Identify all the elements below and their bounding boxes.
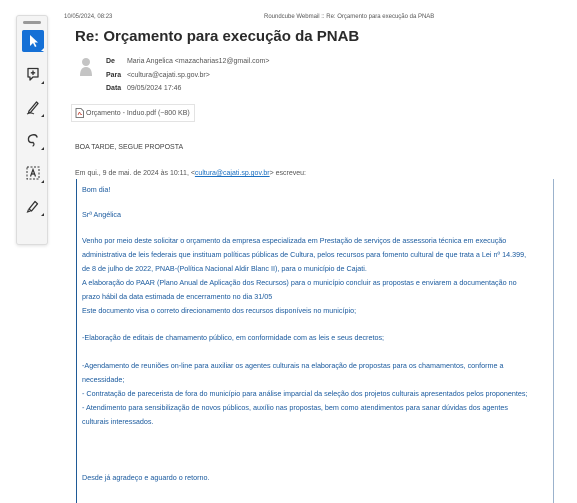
quote-intro: Em qui., 9 de mai. de 2024 às 10:11, <cu…	[75, 170, 306, 177]
header-from-row: De Maria Angelica <mazacharias12@gmail.c…	[106, 58, 269, 65]
quote-intro-suffix: > escreveu:	[269, 170, 306, 177]
text-tool-button[interactable]	[22, 162, 44, 184]
lasso-tool-button[interactable]	[22, 129, 44, 151]
quoted-line: de 8 de julho de 2022, PNAB-(Política Na…	[82, 264, 367, 273]
toolbar-drag-handle[interactable]	[23, 21, 41, 24]
quoted-line: Este documento visa o correto direcionam…	[82, 306, 357, 315]
select-tool-button[interactable]	[22, 30, 44, 52]
header-to-row: Para <cultura@cajati.sp.gov.br>	[106, 72, 210, 79]
pen-icon	[26, 101, 39, 115]
quoted-line: Venho por meio deste solicitar o orçamen…	[82, 236, 507, 245]
comment-tool-button[interactable]	[22, 63, 44, 85]
highlight-tool-button[interactable]	[22, 195, 44, 217]
quote-intro-prefix: Em qui., 9 de mai. de 2024 às 10:11, <	[75, 170, 195, 177]
quoted-line: -Agendamento de reuniões on-line para au…	[82, 361, 504, 370]
from-value[interactable]: Maria Angelica <mazacharias12@gmail.com>	[127, 58, 270, 65]
quoted-line: A elaboração do PAAR (Plano Anual de Apl…	[82, 278, 517, 287]
reply-body-text: BOA TARDE, SEGUE PROPOSTA	[75, 144, 184, 151]
from-label: De	[106, 58, 115, 65]
print-page-title: Roundcube Webmail :: Re: Orçamento para …	[264, 14, 435, 20]
quoted-line: culturais interessados.	[82, 417, 154, 426]
quoted-line: necessidade;	[82, 375, 125, 384]
highlighter-icon	[26, 200, 39, 213]
quoted-line: administrativa de leis federais que inst…	[82, 250, 527, 259]
quoted-line: Srª Angélica	[82, 210, 122, 219]
lasso-icon	[27, 134, 38, 147]
to-label: Para	[106, 72, 122, 79]
quoted-line: prazo hábil da data estimada de encerram…	[82, 292, 273, 301]
sender-avatar-icon	[80, 58, 92, 76]
quoted-line: - Atendimento para sensibilização de nov…	[82, 403, 508, 412]
date-label: Data	[106, 85, 122, 92]
text-box-icon	[26, 166, 40, 180]
annotation-toolbar	[16, 15, 48, 245]
quoted-message: Bom dia! Srª Angélica Venho por meio des…	[76, 179, 554, 503]
draw-tool-button[interactable]	[22, 96, 44, 118]
add-comment-icon	[27, 67, 39, 81]
message-subject: Re: Orçamento para execução da PNAB	[75, 28, 360, 45]
date-value: 09/05/2024 17:46	[126, 85, 182, 92]
quoted-line: - Contratação de parecerista de fora do …	[82, 389, 528, 398]
quote-intro-email-link[interactable]: cultura@cajati.sp.gov.br	[195, 170, 270, 177]
attachment-item[interactable]: Orçamento - Induo.pdf (~800 KB)	[71, 104, 195, 122]
print-datetime: 10/05/2024, 08:23	[64, 14, 113, 20]
pdf-file-icon	[75, 108, 84, 118]
cursor-arrow-icon	[30, 35, 38, 47]
attachment-name[interactable]: Orçamento - Induo.pdf (~800 KB)	[86, 110, 190, 117]
quoted-line: Bom dia!	[82, 185, 111, 194]
to-value[interactable]: <cultura@cajati.sp.gov.br>	[127, 72, 210, 79]
quoted-line: -Elaboração de editais de chamamento púb…	[82, 333, 385, 342]
header-date-row: Data 09/05/2024 17:46	[106, 85, 181, 92]
quoted-line: Desde já agradeço e aguardo o retorno.	[82, 473, 210, 482]
